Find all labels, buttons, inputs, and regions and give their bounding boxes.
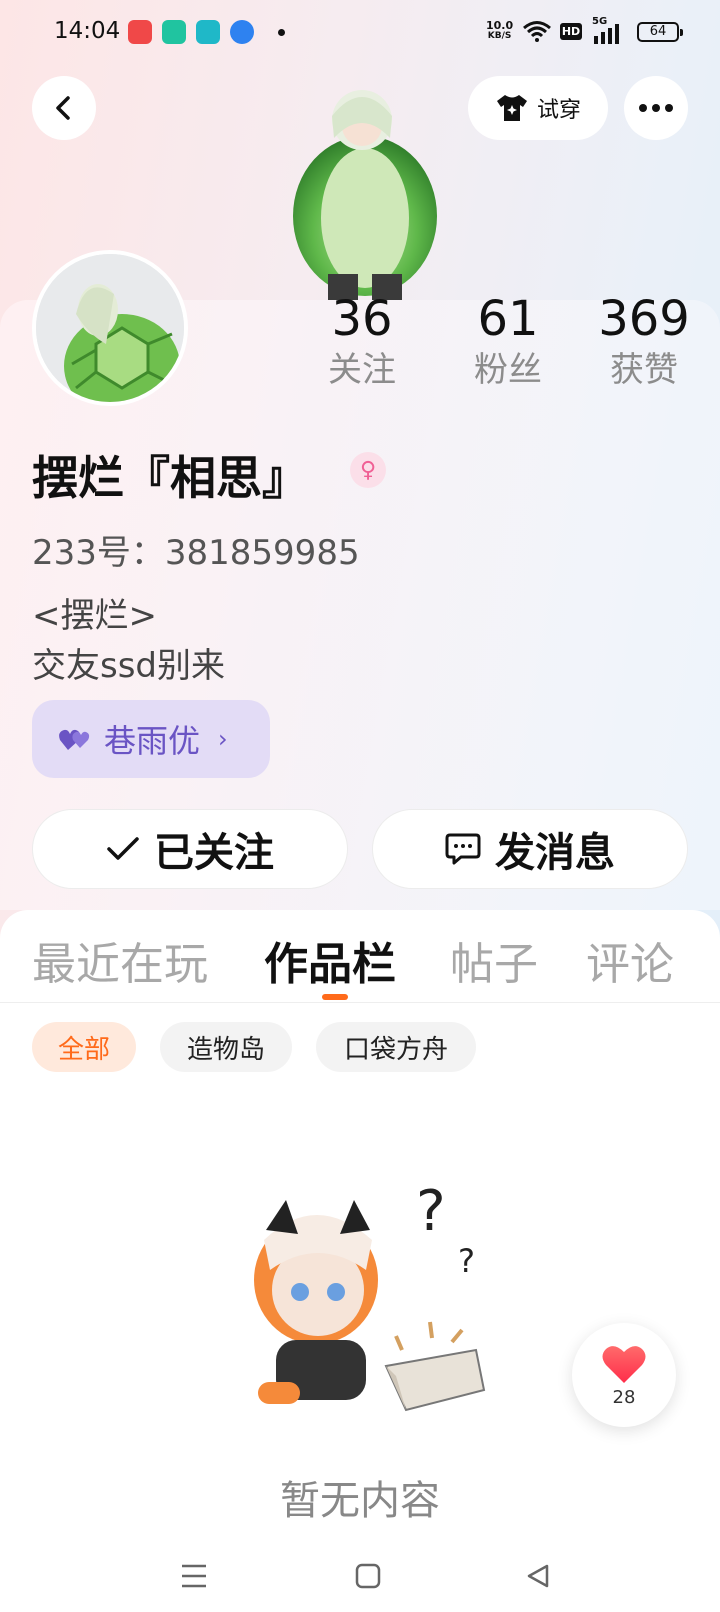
- tab-posts[interactable]: 帖子: [450, 928, 538, 992]
- more-dot-icon: [665, 104, 673, 112]
- system-navigation-bar: [0, 1540, 720, 1612]
- bio-line: <摆烂>: [32, 596, 157, 636]
- hd-badge: HD: [560, 23, 582, 40]
- music-app-icon: [128, 20, 152, 44]
- following-count: 36: [331, 291, 393, 347]
- user-id[interactable]: 233号：381859985: [32, 525, 360, 574]
- store-app-icon: [162, 20, 186, 44]
- intimate-friend-chip[interactable]: 巷雨优 ›: [32, 700, 270, 778]
- followed-label: 已关注: [154, 830, 274, 876]
- send-message-button[interactable]: 发消息: [372, 809, 688, 889]
- recent-apps-button[interactable]: [170, 1552, 218, 1600]
- empty-state-text: 暂无内容: [280, 1478, 440, 1524]
- like-floating-button[interactable]: 28: [572, 1323, 676, 1427]
- bio-line: 交友ssd别来: [32, 646, 226, 686]
- tab-divider: [0, 1002, 720, 1003]
- stat-followers[interactable]: 61 粉丝: [448, 290, 568, 392]
- intimate-friend-name: 巷雨优: [104, 722, 201, 760]
- username: 摆烂『相思』: [32, 451, 308, 505]
- more-dot-icon: [639, 104, 647, 112]
- triangle-back-icon: [527, 1564, 549, 1588]
- try-on-button[interactable]: 试穿: [468, 76, 608, 140]
- network-speed: 10.0 KB/S: [486, 19, 514, 41]
- wifi-icon: [523, 21, 551, 42]
- tab-recently-played[interactable]: 最近在玩: [32, 928, 208, 992]
- chevron-right-icon: ›: [218, 725, 228, 753]
- home-button[interactable]: [344, 1552, 392, 1600]
- try-on-label: 试穿: [536, 98, 581, 123]
- notification-dot-icon: [278, 29, 285, 36]
- filter-all[interactable]: 全部: [32, 1022, 136, 1072]
- more-options-button[interactable]: [624, 76, 688, 140]
- more-dot-icon: [652, 104, 660, 112]
- check-icon: [107, 837, 139, 860]
- square-icon: [355, 1563, 381, 1589]
- followers-count: 61: [477, 291, 539, 347]
- active-tab-indicator: [322, 994, 348, 1000]
- chevron-left-icon: [56, 96, 70, 120]
- status-bar: 14:04 10.0 KB/S HD 5G 64: [0, 0, 720, 64]
- tab-comments[interactable]: 评论: [586, 928, 674, 992]
- double-heart-icon: [59, 729, 90, 750]
- following-label: 关注: [328, 350, 396, 390]
- battery-icon: 64: [637, 22, 683, 42]
- filter-creation-island[interactable]: 造物岛: [160, 1022, 292, 1072]
- svg-text:?: ?: [416, 1179, 446, 1244]
- menu-icon: [182, 1564, 206, 1588]
- browser-app-icon: [230, 20, 254, 44]
- likes-label: 获赞: [610, 350, 678, 390]
- avatar[interactable]: [32, 250, 188, 406]
- turtle-avatar-image: [36, 254, 184, 402]
- filter-pocket-ark[interactable]: 口袋方舟: [316, 1022, 476, 1072]
- likes-count: 369: [598, 291, 690, 347]
- system-back-button[interactable]: [514, 1552, 562, 1600]
- content-panel: 最近在玩 作品栏 帖子 评论 全部 造物岛 口袋方舟 ? ? 暂无内容: [0, 910, 720, 1612]
- send-message-label: 发消息: [495, 830, 615, 876]
- followed-button[interactable]: 已关注: [32, 809, 348, 889]
- like-count: 28: [612, 1386, 636, 1408]
- avatar-character-figure: [293, 90, 437, 300]
- status-time: 14:04: [54, 18, 121, 44]
- stat-following[interactable]: 36 关注: [302, 290, 422, 392]
- heart-icon: [602, 1345, 646, 1383]
- female-gender-icon: ♀: [350, 452, 386, 488]
- chat-bubble-icon: [445, 833, 481, 865]
- stat-likes[interactable]: 369 获赞: [584, 290, 704, 392]
- followers-label: 粉丝: [474, 350, 542, 390]
- home-app-icon: [196, 20, 220, 44]
- empty-state-illustration: ? ?: [254, 1179, 486, 1412]
- tab-works[interactable]: 作品栏: [264, 928, 396, 992]
- svg-text:?: ?: [458, 1242, 475, 1280]
- tshirt-icon: [496, 95, 527, 121]
- back-button[interactable]: [32, 76, 96, 140]
